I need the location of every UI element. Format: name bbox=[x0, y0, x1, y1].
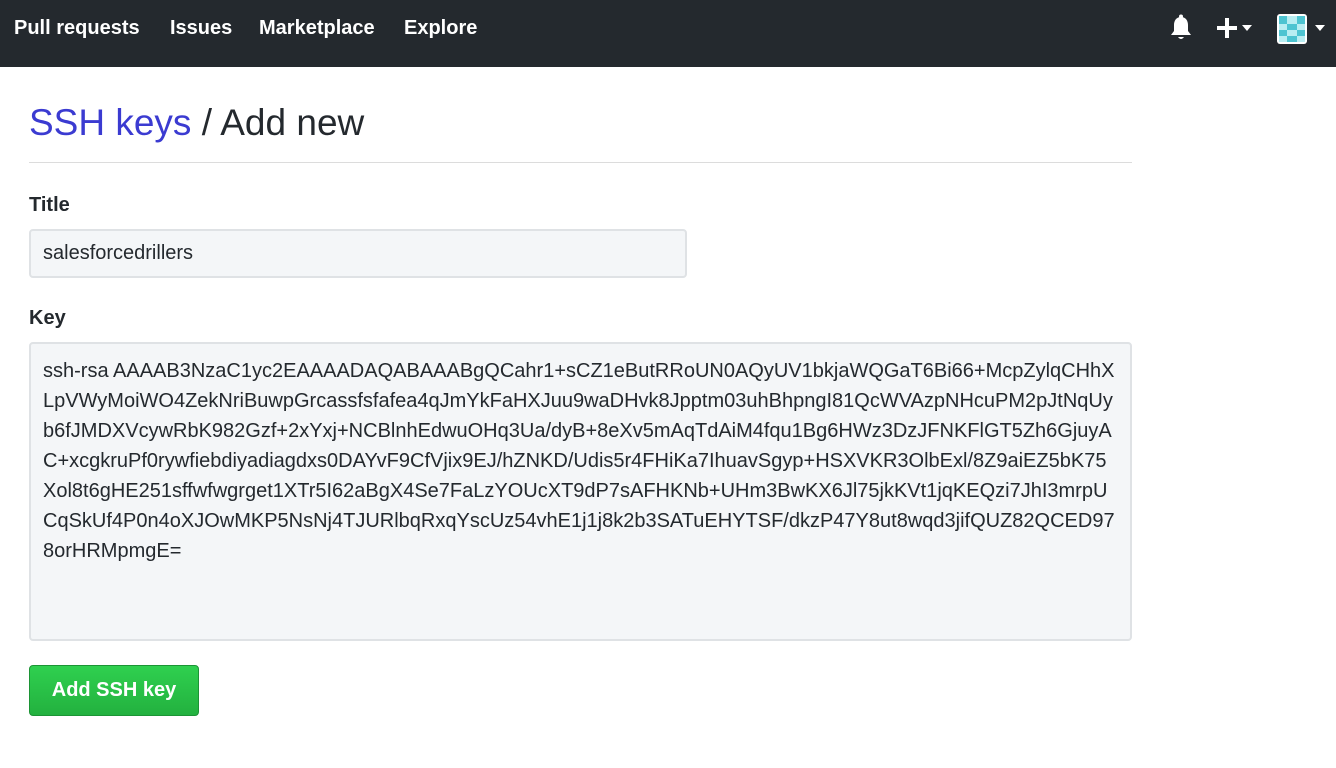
breadcrumb-current: Add new bbox=[220, 102, 365, 143]
header-divider bbox=[29, 162, 1132, 163]
title-input[interactable] bbox=[29, 229, 687, 278]
top-navigation-bar: Pull requests Issues Marketplace Explore bbox=[0, 0, 1336, 67]
plus-icon[interactable] bbox=[1213, 12, 1255, 46]
key-text: ssh-rsa AAAAB3NzaC1yc2EAAAADAQABAAABgQCa… bbox=[43, 360, 1115, 562]
resize-grip-icon[interactable] bbox=[1118, 627, 1128, 637]
nav-marketplace[interactable]: Marketplace bbox=[259, 15, 375, 41]
key-label: Key bbox=[29, 307, 66, 329]
title-label: Title bbox=[29, 194, 70, 216]
key-textarea[interactable]: ssh-rsa AAAAB3NzaC1yc2EAAAADAQABAAABgQCa… bbox=[29, 342, 1132, 641]
add-ssh-key-button[interactable]: Add SSH key bbox=[29, 665, 199, 716]
nav-issues[interactable]: Issues bbox=[170, 15, 232, 41]
nav-explore[interactable]: Explore bbox=[404, 15, 477, 41]
bell-icon[interactable] bbox=[1168, 12, 1194, 46]
nav-pull-requests[interactable]: Pull requests bbox=[14, 15, 140, 41]
breadcrumb-ssh-keys-link[interactable]: SSH keys bbox=[29, 102, 191, 143]
avatar[interactable] bbox=[1276, 12, 1328, 46]
page-title: SSH keys / Add new bbox=[29, 100, 364, 146]
breadcrumb-separator: / bbox=[201, 102, 212, 143]
